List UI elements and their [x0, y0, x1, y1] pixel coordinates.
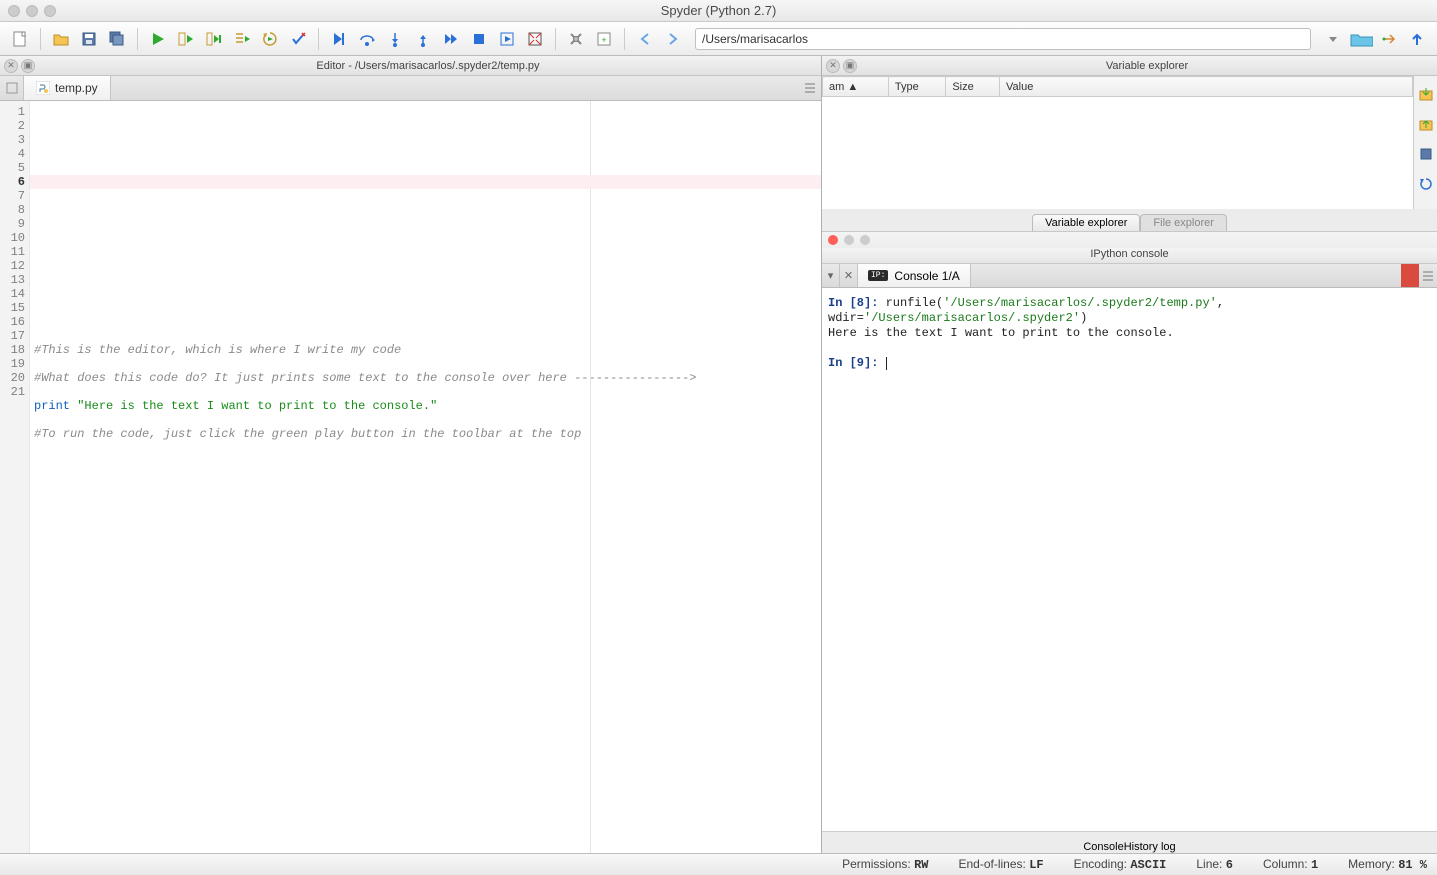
path-dropdown-button[interactable]: [1321, 27, 1345, 51]
refresh-vars-button[interactable]: [1414, 172, 1437, 196]
editor-pane: ✕ ▣ Editor - /Users/marisacarlos/.spyder…: [0, 56, 822, 853]
undock-icon[interactable]: ▣: [843, 59, 857, 73]
console-tabbar: ▾ ✕ IP: Console 1/A: [822, 264, 1437, 288]
window-titlebar: Spyder (Python 2.7): [0, 0, 1437, 22]
svg-text:+: +: [601, 35, 606, 45]
column-value: 1: [1311, 858, 1318, 872]
python-file-icon: [36, 81, 50, 95]
console-options-button[interactable]: [1419, 264, 1437, 287]
zoom-icon[interactable]: [860, 235, 870, 245]
parent-dir-button[interactable]: [1405, 27, 1429, 51]
run-cell-advance-button[interactable]: [202, 27, 226, 51]
variable-explorer-title: Variable explorer: [857, 60, 1437, 72]
console-tab-label: Console 1/A: [894, 269, 959, 283]
forward-button[interactable]: [661, 27, 685, 51]
line-value: 6: [1226, 858, 1233, 872]
encoding-label: Encoding:: [1074, 857, 1127, 871]
code-editor[interactable]: 123456789101112131415161718192021 #This …: [0, 101, 821, 853]
main-toolbar: +: [0, 22, 1437, 56]
close-icon[interactable]: ✕: [826, 59, 840, 73]
ipython-console[interactable]: In [8]: runfile('/Users/marisacarlos/.sp…: [822, 288, 1437, 831]
tab-history-log[interactable]: History log: [1124, 841, 1176, 853]
run-button[interactable]: [146, 27, 170, 51]
maximize-pane-button[interactable]: [523, 27, 547, 51]
console-window-controls: [822, 232, 1437, 248]
minimize-icon[interactable]: [844, 235, 854, 245]
step-out-button[interactable]: [411, 27, 435, 51]
run-again-button[interactable]: [258, 27, 282, 51]
step-into-button[interactable]: [383, 27, 407, 51]
variable-explorer-pane: ✕ ▣ Variable explorer am ▲TypeSizeValue: [822, 56, 1437, 231]
debug-config-button[interactable]: [495, 27, 519, 51]
save-all-button[interactable]: [105, 27, 129, 51]
editor-title: Editor - /Users/marisacarlos/.spyder2/te…: [35, 60, 821, 72]
permissions-value: RW: [914, 858, 928, 872]
column-header[interactable]: Type: [888, 77, 945, 97]
memory-label: Memory:: [1348, 857, 1395, 871]
step-over-button[interactable]: [355, 27, 379, 51]
open-file-button[interactable]: [49, 27, 73, 51]
tab-console[interactable]: Console: [1083, 841, 1123, 853]
column-label: Column:: [1263, 857, 1308, 871]
tab-label: temp.py: [55, 81, 98, 95]
column-header[interactable]: Size: [946, 77, 1000, 97]
explorer-tabs: Variable explorer File explorer: [822, 209, 1437, 231]
ipython-title: IPython console: [822, 248, 1437, 264]
ipython-pane: IPython console ▾ ✕ IP: Console 1/A In […: [822, 231, 1437, 853]
tab-list-button[interactable]: ▾: [822, 264, 840, 287]
editor-options-button[interactable]: [799, 76, 821, 100]
console-bottom-tabs: Console History log: [822, 831, 1437, 853]
stop-debug-button[interactable]: [286, 27, 310, 51]
close-icon[interactable]: [828, 235, 838, 245]
debug-button[interactable]: [327, 27, 351, 51]
tab-console-1a[interactable]: IP: Console 1/A: [858, 264, 971, 287]
run-cell-button[interactable]: [174, 27, 198, 51]
tab-temp-py[interactable]: temp.py: [24, 76, 111, 100]
set-as-cwd-button[interactable]: [1377, 27, 1401, 51]
editor-titlebar: ✕ ▣ Editor - /Users/marisacarlos/.spyder…: [0, 56, 821, 76]
tab-file-explorer[interactable]: File explorer: [1140, 214, 1227, 231]
close-tab-icon[interactable]: ✕: [840, 264, 858, 287]
tab-variable-explorer[interactable]: Variable explorer: [1032, 214, 1140, 231]
encoding-value: ASCII: [1130, 858, 1166, 872]
ipython-badge-icon: IP:: [868, 270, 888, 281]
window-title: Spyder (Python 2.7): [0, 3, 1437, 18]
eol-label: End-of-lines:: [959, 857, 1026, 871]
minimize-window-icon[interactable]: [26, 5, 38, 17]
save-data-button[interactable]: [1414, 112, 1437, 136]
close-window-icon[interactable]: [8, 5, 20, 17]
interrupt-kernel-button[interactable]: [1401, 264, 1419, 287]
preferences-button[interactable]: [564, 27, 588, 51]
save-data-as-button[interactable]: [1414, 142, 1437, 166]
new-file-button[interactable]: [8, 27, 32, 51]
status-bar: Permissions: RW End-of-lines: LF Encodin…: [0, 853, 1437, 875]
import-data-button[interactable]: [1414, 82, 1437, 106]
run-selection-button[interactable]: [230, 27, 254, 51]
continue-button[interactable]: [439, 27, 463, 51]
tab-list-button[interactable]: [0, 76, 24, 100]
browse-folder-button[interactable]: [1349, 27, 1373, 51]
memory-value: 81 %: [1398, 858, 1427, 872]
variable-toolbar: [1413, 76, 1437, 230]
stop-button[interactable]: [467, 27, 491, 51]
working-directory-input[interactable]: [695, 28, 1311, 50]
window-controls: [8, 5, 56, 17]
back-button[interactable]: [633, 27, 657, 51]
python-path-button[interactable]: +: [592, 27, 616, 51]
zoom-window-icon[interactable]: [44, 5, 56, 17]
eol-value: LF: [1029, 858, 1043, 872]
column-header[interactable]: am ▲: [823, 77, 889, 97]
close-icon[interactable]: ✕: [4, 59, 18, 73]
editor-tabbar: temp.py: [0, 76, 821, 101]
column-header[interactable]: Value: [1000, 77, 1413, 97]
undock-icon[interactable]: ▣: [21, 59, 35, 73]
permissions-label: Permissions:: [842, 857, 911, 871]
save-button[interactable]: [77, 27, 101, 51]
variable-table[interactable]: am ▲TypeSizeValue: [822, 76, 1413, 230]
line-label: Line:: [1196, 857, 1222, 871]
